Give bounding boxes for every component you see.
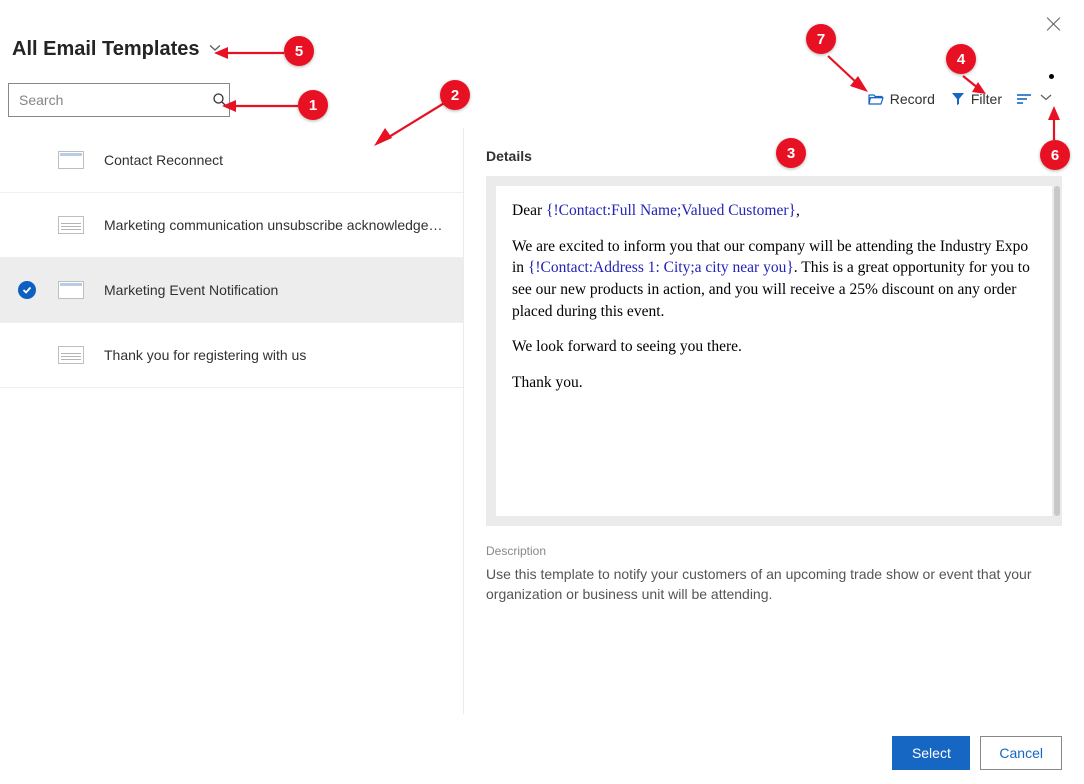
annotation-marker-1: 1 <box>298 90 328 120</box>
check-column <box>18 281 58 299</box>
annotation-marker-7: 7 <box>806 24 836 54</box>
search-box[interactable] <box>8 83 230 117</box>
template-thumb-icon <box>58 281 84 299</box>
annotation-arrow <box>222 98 298 114</box>
preview-body: Dear {!Contact:Full Name;Valued Customer… <box>496 186 1052 516</box>
record-label: Record <box>890 91 935 107</box>
template-thumb-icon <box>58 151 84 169</box>
select-button[interactable]: Select <box>892 736 970 770</box>
description-text: Use this template to notify your custome… <box>486 564 1062 605</box>
filter-icon <box>951 92 965 106</box>
list-item[interactable]: Marketing Event Notification <box>0 258 463 323</box>
details-pane: Details Dear {!Contact:Full Name;Valued … <box>464 128 1084 714</box>
list-item-label: Contact Reconnect <box>104 152 223 168</box>
sort-icon[interactable] <box>1016 92 1034 106</box>
template-thumb-icon <box>58 346 84 364</box>
selected-check-icon <box>18 281 36 299</box>
view-selector[interactable]: All Email Templates <box>12 38 221 61</box>
list-item[interactable]: Marketing communication unsubscribe ackn… <box>0 193 463 258</box>
list-item-label: Thank you for registering with us <box>104 347 306 363</box>
merge-token: {!Contact:Full Name;Valued Customer} <box>546 202 796 219</box>
folder-open-icon <box>868 92 884 106</box>
more-dot-icon[interactable] <box>1049 74 1054 79</box>
dialog-footer: Select Cancel <box>892 736 1062 770</box>
toolbar: Record Filter <box>852 90 1052 108</box>
preview-greeting: Dear {!Contact:Full Name;Valued Customer… <box>512 200 1036 222</box>
search-input[interactable] <box>9 92 210 108</box>
annotation-arrow <box>958 74 988 94</box>
annotation-marker-4: 4 <box>946 44 976 74</box>
annotation-arrow <box>214 46 284 60</box>
annotation-marker-6: 6 <box>1040 140 1070 170</box>
annotation-marker-2: 2 <box>440 80 470 110</box>
cancel-button[interactable]: Cancel <box>980 736 1062 770</box>
list-item-label: Marketing communication unsubscribe ackn… <box>104 217 443 233</box>
list-item-label: Marketing Event Notification <box>104 282 278 298</box>
template-thumb-icon <box>58 216 84 234</box>
template-list: Contact Reconnect Marketing communicatio… <box>0 128 464 714</box>
scrollbar[interactable] <box>1054 186 1060 516</box>
preview-paragraph: We are excited to inform you that our co… <box>512 236 1036 323</box>
merge-token: {!Contact:Address 1: City;a city near yo… <box>528 259 794 276</box>
email-template-dialog: All Email Templates Record Filter <box>0 0 1084 784</box>
preview-paragraph: Thank you. <box>512 372 1036 394</box>
annotation-arrow <box>1044 106 1064 140</box>
page-title: All Email Templates <box>12 38 199 61</box>
list-item[interactable]: Thank you for registering with us <box>0 323 463 388</box>
annotation-marker-5: 5 <box>284 36 314 66</box>
preview-frame: Dear {!Contact:Full Name;Valued Customer… <box>486 176 1062 526</box>
preview-paragraph: We look forward to seeing you there. <box>512 336 1036 358</box>
annotation-arrow <box>824 54 872 94</box>
record-button[interactable]: Record <box>868 91 935 107</box>
body: Contact Reconnect Marketing communicatio… <box>0 128 1084 714</box>
annotation-arrow <box>370 100 450 148</box>
description-label: Description <box>486 544 1062 558</box>
close-icon[interactable] <box>1046 16 1062 32</box>
details-header: Details <box>486 148 1062 164</box>
annotation-marker-3: 3 <box>776 138 806 168</box>
